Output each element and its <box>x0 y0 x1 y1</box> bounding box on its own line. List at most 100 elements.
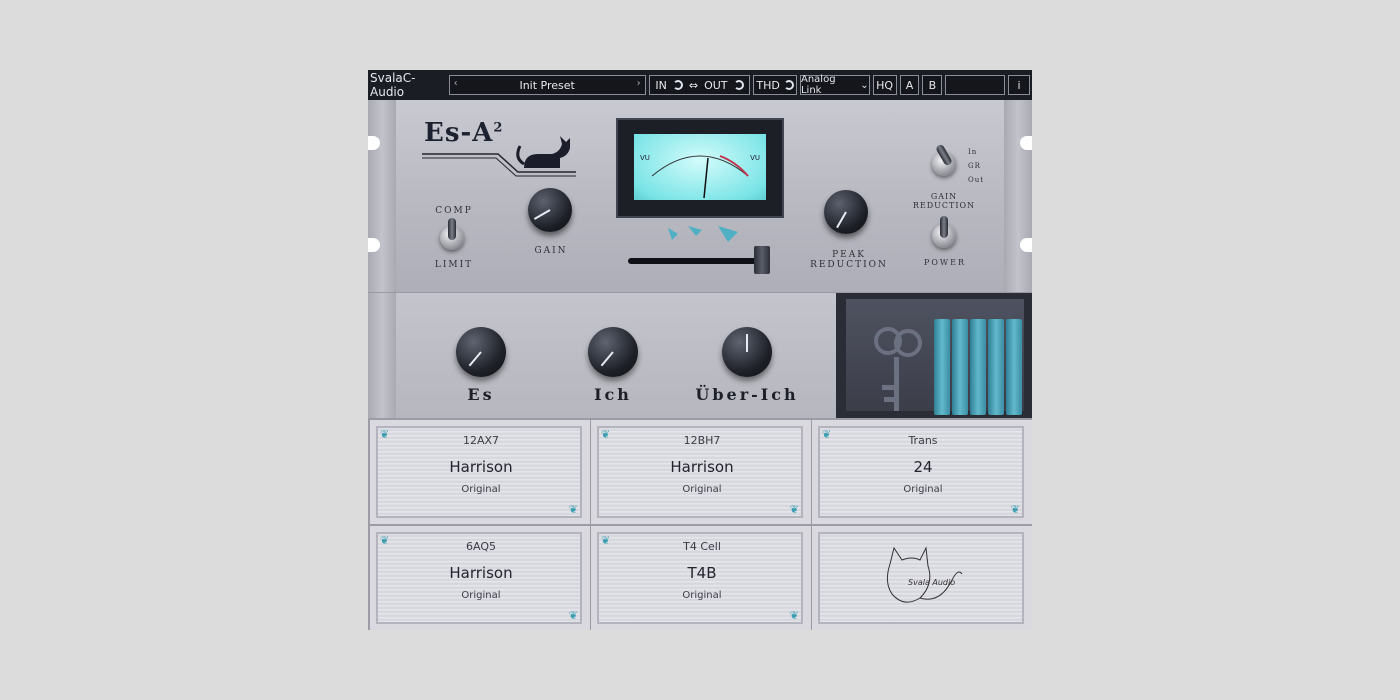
comp-label: COMP <box>435 206 473 216</box>
link-icon[interactable]: ⇔ <box>689 79 698 92</box>
analog-link-dropdown[interactable]: Analog Link ⌄ <box>799 74 870 96</box>
uber-ich-label: Über-Ich <box>695 385 799 404</box>
knob-pointer <box>836 211 847 229</box>
plate-variant: Original <box>682 484 722 495</box>
knob-pointer <box>533 209 551 220</box>
thd-control[interactable]: THD <box>753 75 797 95</box>
meter-mode-switch[interactable] <box>932 143 956 176</box>
meter-mode-in: In <box>968 148 978 156</box>
plate-model: Harrison <box>449 564 513 582</box>
cat-logo-icon <box>422 136 576 177</box>
plate-tube-1[interactable]: ❦ ❦ 12AX7 Harrison Original <box>370 420 590 524</box>
meter-mode-out: Out <box>968 176 985 184</box>
a-button[interactable]: A <box>899 75 920 95</box>
left-rack-rail <box>368 100 396 292</box>
plate-cell[interactable]: ❦ ❦ T4 Cell T4B Original <box>591 526 811 630</box>
shelf-inner <box>846 299 1024 415</box>
plate-transformer[interactable]: ❦ ❦ Trans 24 Original <box>812 420 1032 524</box>
switch-lever <box>935 143 953 167</box>
gain-label: GAIN <box>534 246 568 256</box>
power-switch[interactable] <box>932 216 956 248</box>
io-gain-group: IN ⇔ OUT <box>648 75 751 95</box>
plate-variant: Original <box>903 484 943 495</box>
book <box>970 319 986 415</box>
corner-ornament-icon: ❦ <box>789 609 799 622</box>
plate-tube-3[interactable]: ❦ ❦ 6AQ5 Harrison Original <box>370 526 590 630</box>
right-rack-rail <box>1004 100 1032 292</box>
plate-tube-2[interactable]: ❦ ❦ 12BH7 Harrison Original <box>591 420 811 524</box>
book <box>1006 319 1022 415</box>
plate-face: ❦ ❦ 12BH7 Harrison Original <box>597 426 803 518</box>
plugin-window: SvalaC-Audio ‹ Init Preset › IN ⇔ OUT TH… <box>368 70 1032 630</box>
upper-rack: Es-A2 COMP LIMIT GAIN VU VU PEAK REDUCTI… <box>368 100 1032 292</box>
es-label: Es <box>467 385 495 404</box>
switch-lever <box>940 216 948 238</box>
vu-meter: VU VU <box>616 118 784 218</box>
plate-face: ❦ ❦ T4 Cell T4B Original <box>597 532 803 624</box>
plate-variant: Original <box>461 590 501 601</box>
plate-type: 12AX7 <box>462 434 500 447</box>
peak-reduction-knob[interactable] <box>824 190 868 234</box>
comp-limit-switch[interactable] <box>440 218 464 250</box>
mix-slider-thumb[interactable] <box>754 246 770 274</box>
mix-slider-track[interactable] <box>628 258 764 264</box>
plate-face: ❦ ❦ 12AX7 Harrison Original <box>376 426 582 518</box>
top-bar: SvalaC-Audio ‹ Init Preset › IN ⇔ OUT TH… <box>368 70 1032 100</box>
plate-model: Harrison <box>449 458 513 476</box>
rack-slot <box>368 136 380 150</box>
plate-type: T4 Cell <box>683 540 721 553</box>
plate-variant: Original <box>461 484 501 495</box>
middle-rack: Es Ich Über-Ich <box>368 292 1032 419</box>
uber-ich-knob[interactable] <box>722 327 772 377</box>
in-gain-knob-icon[interactable] <box>672 80 683 90</box>
book <box>988 319 1004 415</box>
thd-label: THD <box>756 78 780 92</box>
plate-face: Svala Audio <box>818 532 1024 624</box>
rack-slot <box>368 238 380 252</box>
power-label: POWER <box>923 258 967 267</box>
preset-selector[interactable]: ‹ Init Preset › <box>448 75 646 95</box>
ich-knob[interactable] <box>588 327 638 377</box>
plate-model: 24 <box>913 458 933 476</box>
book <box>952 319 968 415</box>
vu-meter-face: VU VU <box>634 134 766 200</box>
switch-lever <box>448 218 456 240</box>
key-icon <box>874 327 922 411</box>
limit-label: LIMIT <box>434 260 474 270</box>
chevron-down-icon: ⌄ <box>860 79 869 91</box>
preset-prev-icon[interactable]: ‹ <box>454 78 458 89</box>
corner-ornament-icon: ❦ <box>568 609 578 622</box>
brand-label: SvalaC-Audio <box>370 71 416 99</box>
gain-reduction-label: GAIN REDUCTION <box>912 192 976 210</box>
rack-slot <box>1020 136 1032 150</box>
gain-knob[interactable] <box>528 188 572 232</box>
corner-ornament-icon: ❦ <box>568 503 578 516</box>
out-gain-knob-icon[interactable] <box>733 80 744 90</box>
bookshelf-display <box>836 293 1032 419</box>
preset-name: Init Preset <box>519 78 575 92</box>
peak-reduction-label: PEAK REDUCTION <box>810 250 888 270</box>
out-label: OUT <box>704 78 728 92</box>
hq-button[interactable]: HQ <box>872 75 897 95</box>
plate-face: ❦ ❦ 6AQ5 Harrison Original <box>376 532 582 624</box>
knob-pointer <box>600 351 614 367</box>
signature-text: Svala Audio <box>908 578 956 587</box>
plate-type: Trans <box>908 434 938 447</box>
b-button[interactable]: B <box>922 75 943 95</box>
analog-link-label: Analog Link <box>800 74 836 96</box>
plate-signature: Svala Audio <box>812 526 1032 630</box>
knob-pointer <box>746 334 748 352</box>
plate-model: T4B <box>687 564 717 582</box>
component-plates: ❦ ❦ 12AX7 Harrison Original ❦ ❦ 12BH7 Ha… <box>368 418 1032 630</box>
thd-knob-icon[interactable] <box>783 80 794 90</box>
meter-mode-gr: GR <box>968 162 981 170</box>
plate-face: ❦ ❦ Trans 24 Original <box>818 426 1024 518</box>
butterfly-ornament-icon <box>668 226 738 248</box>
corner-ornament-icon: ❦ <box>1010 503 1020 516</box>
es-knob[interactable] <box>456 327 506 377</box>
info-button[interactable]: i <box>1008 75 1030 95</box>
preset-next-icon[interactable]: › <box>637 78 641 89</box>
plate-model: Harrison <box>670 458 734 476</box>
display-field <box>945 75 1006 95</box>
vu-scale-icon <box>651 155 749 199</box>
